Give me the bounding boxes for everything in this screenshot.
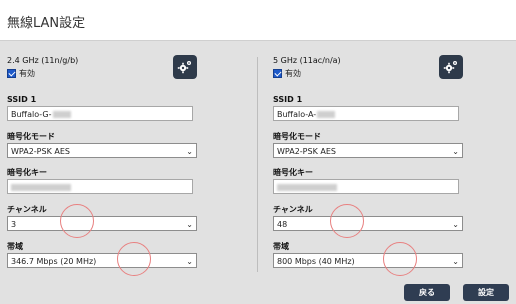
- annotation-circle: [117, 242, 151, 276]
- redacted-key: [277, 184, 337, 191]
- channel-value: 3: [11, 220, 17, 229]
- redacted-mark: [317, 111, 336, 118]
- encryption-key-label: 暗号化キー: [273, 168, 313, 177]
- apply-button[interactable]: 設定: [463, 284, 509, 301]
- encryption-mode-select[interactable]: WPA2-PSK AES ⌄: [273, 143, 463, 158]
- enable-checkbox[interactable]: [273, 69, 282, 78]
- ssid-label: SSID 1: [273, 95, 303, 104]
- chevron-down-icon: ⌄: [186, 257, 193, 266]
- chevron-down-icon: ⌄: [452, 147, 459, 156]
- settings-button[interactable]: [173, 55, 197, 79]
- gear-icon: [443, 61, 457, 74]
- bandwidth-value: 800 Mbps (40 MHz): [277, 257, 355, 266]
- encryption-mode-value: WPA2-PSK AES: [11, 147, 70, 156]
- ssid-value: Buffalo-G-: [11, 110, 52, 119]
- ssid-value: Buffalo-A-: [277, 110, 317, 119]
- encryption-mode-label: 暗号化モード: [273, 132, 321, 141]
- bandwidth-label: 帯域: [273, 242, 289, 251]
- bandwidth-select[interactable]: 346.7 Mbps (20 MHz) ⌄: [7, 253, 197, 268]
- channel-label: チャンネル: [273, 205, 313, 214]
- enable-checkbox[interactable]: [7, 69, 16, 78]
- enable-label: 有効: [285, 69, 301, 78]
- encryption-key-label: 暗号化キー: [7, 168, 47, 177]
- annotation-circle: [330, 204, 364, 238]
- chevron-down-icon: ⌄: [452, 220, 459, 229]
- channel-select[interactable]: 3 ⌄: [7, 216, 197, 231]
- annotation-circle: [60, 204, 94, 238]
- channel-label: チャンネル: [7, 205, 47, 214]
- channel-select[interactable]: 48 ⌄: [273, 216, 463, 231]
- band-label: 2.4 GHz (11n/g/b): [7, 56, 79, 65]
- encryption-mode-select[interactable]: WPA2-PSK AES ⌄: [7, 143, 197, 158]
- band-label: 5 GHz (11ac/n/a): [273, 56, 341, 65]
- bandwidth-value: 346.7 Mbps (20 MHz): [11, 257, 97, 266]
- redacted-key: [11, 184, 71, 191]
- encryption-key-input[interactable]: [7, 179, 193, 194]
- enable-toggle[interactable]: 有効: [7, 68, 35, 79]
- page-title: 無線LAN設定: [7, 16, 86, 31]
- page-header: 無線LAN設定: [0, 0, 516, 41]
- chevron-down-icon: ⌄: [186, 220, 193, 229]
- ssid-input[interactable]: Buffalo-G-: [7, 106, 193, 121]
- enable-toggle[interactable]: 有効: [273, 68, 301, 79]
- encryption-mode-value: WPA2-PSK AES: [277, 147, 336, 156]
- gear-icon: [177, 61, 191, 74]
- panel-divider: [257, 57, 258, 272]
- encryption-key-input[interactable]: [273, 179, 459, 194]
- redacted-mark: [52, 111, 71, 118]
- bandwidth-select[interactable]: 800 Mbps (40 MHz) ⌄: [273, 253, 463, 268]
- ssid-input[interactable]: Buffalo-A-: [273, 106, 459, 121]
- bandwidth-label: 帯域: [7, 242, 23, 251]
- settings-button[interactable]: [439, 55, 463, 79]
- chevron-down-icon: ⌄: [452, 257, 459, 266]
- enable-label: 有効: [19, 69, 35, 78]
- annotation-circle: [383, 242, 417, 276]
- encryption-mode-label: 暗号化モード: [7, 132, 55, 141]
- back-button[interactable]: 戻る: [404, 284, 450, 301]
- chevron-down-icon: ⌄: [186, 147, 193, 156]
- channel-value: 48: [277, 220, 288, 229]
- ssid-label: SSID 1: [7, 95, 37, 104]
